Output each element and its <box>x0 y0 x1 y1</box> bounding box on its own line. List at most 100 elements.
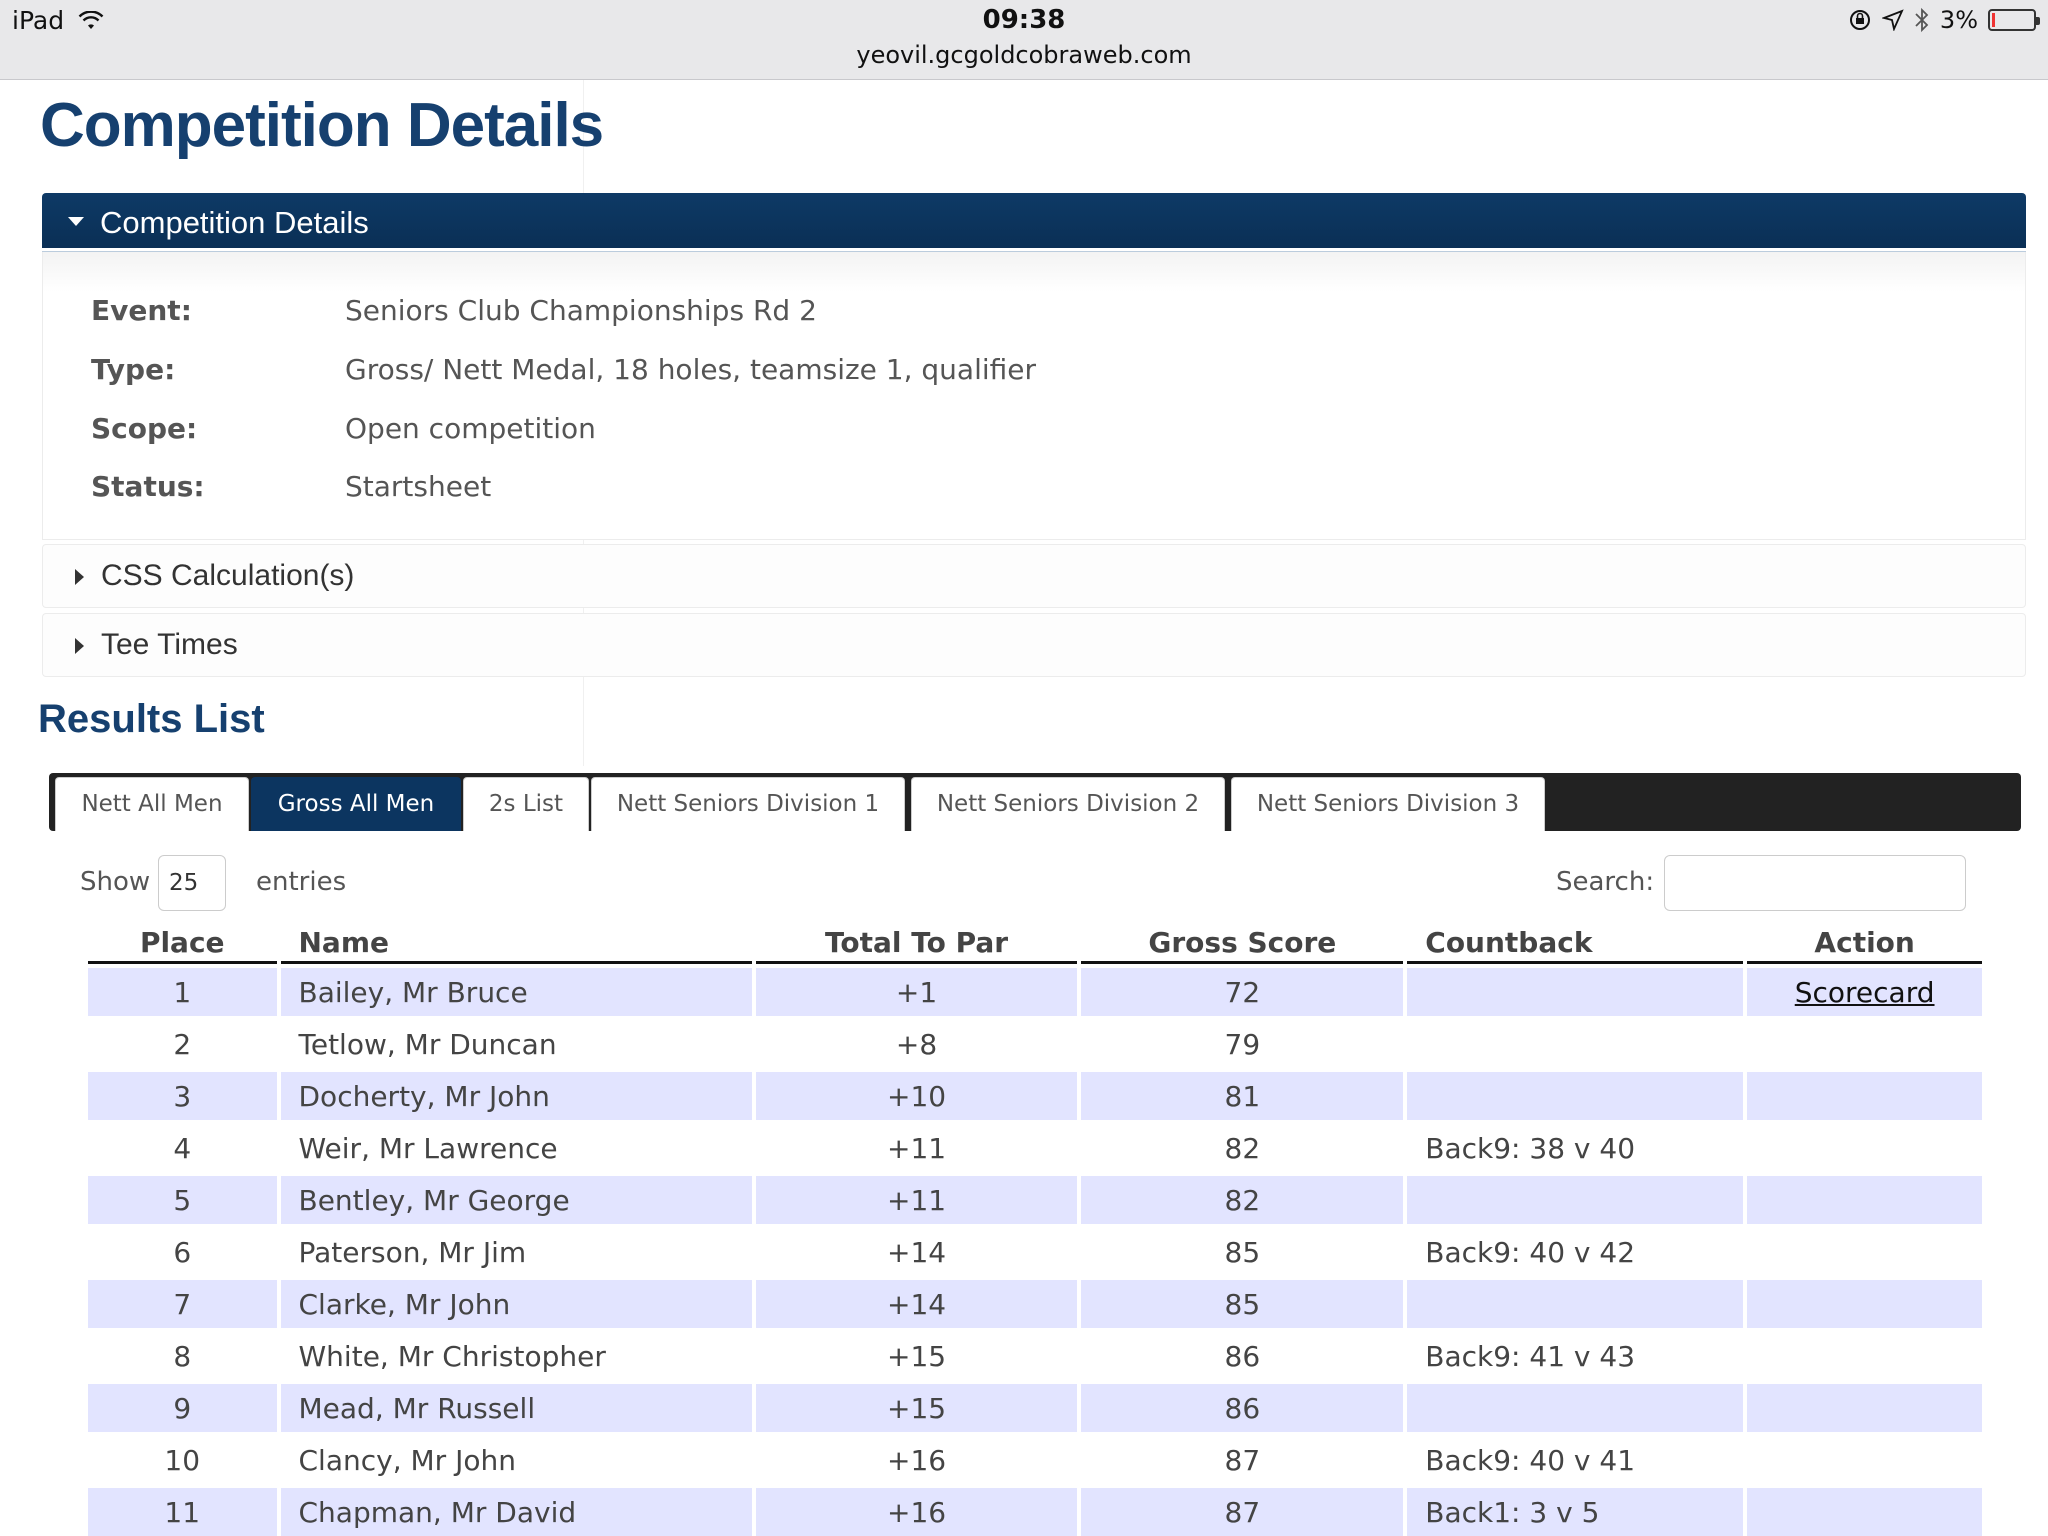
status-right: 3% <box>1848 6 2040 34</box>
column-header-countback[interactable]: Countback <box>1407 924 1744 964</box>
caret-down-icon <box>68 217 84 226</box>
cell-action <box>1747 1436 1982 1484</box>
cell-name: Clancy, Mr John <box>298 1443 516 1477</box>
cell-action <box>1747 1176 1982 1224</box>
competition-details-body: Event: Seniors Club Championships Rd 2 T… <box>42 252 2026 540</box>
table-row: 11 Chapman, Mr David +16 87 Back1: 3 v 5 <box>88 1488 1982 1536</box>
cell-gross-score: 79 <box>1224 1027 1261 1061</box>
cell-name: Docherty, Mr John <box>280 1072 752 1120</box>
table-header-row: Place Name Total To Par Gross Score Coun… <box>88 924 1982 964</box>
tab-nett-seniors-division-3[interactable]: Nett Seniors Division 3 <box>1231 777 1545 831</box>
cell-gross-score: 81 <box>1081 1072 1404 1120</box>
competition-details-header[interactable]: Competition Details <box>42 193 2026 251</box>
cell-place: 9 <box>88 1384 277 1432</box>
bluetooth-icon <box>1915 7 1929 33</box>
cell-place: 10 <box>164 1443 201 1477</box>
cell-place: 5 <box>88 1176 277 1224</box>
results-table-body: 1 Bailey, Mr Bruce +1 72 Scorecard 2 Tetlow, M… <box>88 968 1982 1536</box>
detail-value: Startsheet <box>345 470 492 503</box>
cell-name: Weir, Mr Lawrence <box>298 1131 558 1165</box>
cell-place: 3 <box>88 1072 277 1120</box>
cell-place: 8 <box>173 1339 192 1373</box>
detail-label: Type: <box>91 353 176 386</box>
scorecard-link[interactable]: Scorecard <box>1795 976 1935 1009</box>
page-title: Competition Details <box>40 91 604 160</box>
cell-place: 2 <box>173 1027 192 1061</box>
tee-times-header[interactable]: Tee Times <box>42 613 2026 677</box>
column-header-total-to-par[interactable]: Total To Par <box>755 924 1078 964</box>
cell-gross-score: 87 <box>1081 1488 1404 1536</box>
column-header-place[interactable]: Place <box>88 924 277 964</box>
cell-countback <box>1407 968 1744 1016</box>
cell-action <box>1747 1072 1982 1120</box>
show-label: Show <box>80 867 151 897</box>
detail-value: Seniors Club Championships Rd 2 <box>345 294 817 327</box>
cell-total-to-par: +8 <box>895 1027 938 1061</box>
tab-2s-list[interactable]: 2s List <box>463 777 589 831</box>
cell-total-to-par: +1 <box>755 968 1078 1016</box>
cell-countback: Back9: 40 v 41 <box>1425 1443 1636 1477</box>
caret-right-icon <box>75 638 84 654</box>
cell-action <box>1747 1488 1982 1536</box>
cell-gross-score: 87 <box>1224 1443 1261 1477</box>
cell-countback <box>1407 1020 1743 1068</box>
table-row: 10 Clancy, Mr John +16 87 Back9: 40 v 41 <box>88 1436 1982 1484</box>
table-row: 3 Docherty, Mr John +10 81 <box>88 1072 1982 1120</box>
cell-countback <box>1407 1280 1744 1328</box>
cell-action <box>1747 1124 1982 1172</box>
clock: 09:38 <box>982 5 1066 35</box>
table-row: 2 Tetlow, Mr Duncan +8 79 <box>88 1020 1982 1068</box>
cell-action <box>1747 1020 1982 1068</box>
search-input[interactable] <box>1664 855 1966 911</box>
cell-name: Clarke, Mr John <box>280 1280 752 1328</box>
cell-name: Chapman, Mr David <box>280 1488 752 1536</box>
detail-value: Gross/ Nett Medal, 18 holes, teamsize 1,… <box>345 353 1037 386</box>
column-header-name[interactable]: Name <box>280 924 752 964</box>
cell-action <box>1747 1228 1982 1276</box>
cell-total-to-par: +11 <box>755 1176 1078 1224</box>
cell-name: Bentley, Mr George <box>280 1176 752 1224</box>
table-row: 9 Mead, Mr Russell +15 86 <box>88 1384 1982 1432</box>
competition-details-header-label: Competition Details <box>100 205 369 240</box>
battery-fill <box>1992 13 1995 27</box>
cell-place: 1 <box>88 968 277 1016</box>
detail-label: Scope: <box>91 412 198 445</box>
cell-action: Scorecard <box>1747 968 1982 1016</box>
cell-name: Tetlow, Mr Duncan <box>298 1027 557 1061</box>
cell-action <box>1747 1384 1982 1432</box>
table-row: 5 Bentley, Mr George +11 82 <box>88 1176 1982 1224</box>
cell-gross-score: 82 <box>1224 1131 1261 1165</box>
css-calculations-header[interactable]: CSS Calculation(s) <box>42 544 2026 608</box>
results-list-title: Results List <box>38 697 265 741</box>
battery-percent: 3% <box>1939 6 1978 34</box>
search-label: Search: <box>1556 867 1655 897</box>
cell-total-to-par: +14 <box>887 1235 947 1269</box>
tab-nett-all-men[interactable]: Nett All Men <box>55 777 249 831</box>
cell-total-to-par: +10 <box>755 1072 1078 1120</box>
tab-nett-seniors-division-1[interactable]: Nett Seniors Division 1 <box>591 777 905 831</box>
cell-place: 11 <box>88 1488 277 1536</box>
cell-countback: Back9: 38 v 40 <box>1425 1131 1636 1165</box>
column-header-action[interactable]: Action <box>1747 924 1982 964</box>
cell-gross-score: 82 <box>1081 1176 1404 1224</box>
battery-icon <box>1988 9 2040 31</box>
tab-nett-seniors-division-2[interactable]: Nett Seniors Division 2 <box>911 777 1225 831</box>
cell-gross-score: 85 <box>1224 1235 1261 1269</box>
cell-gross-score: 72 <box>1081 968 1404 1016</box>
entries-select[interactable]: 25 <box>158 855 226 911</box>
cell-gross-score: 86 <box>1224 1339 1261 1373</box>
table-row: 7 Clarke, Mr John +14 85 <box>88 1280 1982 1328</box>
column-header-gross-score[interactable]: Gross Score <box>1081 924 1404 964</box>
address-bar-url[interactable]: yeovil.gcgoldcobraweb.com <box>0 41 2048 69</box>
css-calculations-label: CSS Calculation(s) <box>101 559 355 592</box>
tab-gross-all-men[interactable]: Gross All Men <box>251 777 461 831</box>
cell-countback: Back1: 3 v 5 <box>1407 1488 1744 1536</box>
cell-name: Mead, Mr Russell <box>280 1384 752 1432</box>
table-row: 8 White, Mr Christopher +15 86 Back9: 41 v 4… <box>88 1332 1982 1380</box>
cell-place: 4 <box>173 1131 192 1165</box>
table-row: 4 Weir, Mr Lawrence +11 82 Back9: 38 v 40 <box>88 1124 1982 1172</box>
cell-countback <box>1407 1176 1744 1224</box>
entries-label: entries <box>256 867 347 897</box>
cell-countback: Back9: 41 v 43 <box>1425 1339 1636 1373</box>
table-row: 1 Bailey, Mr Bruce +1 72 Scorecard <box>88 968 1982 1016</box>
